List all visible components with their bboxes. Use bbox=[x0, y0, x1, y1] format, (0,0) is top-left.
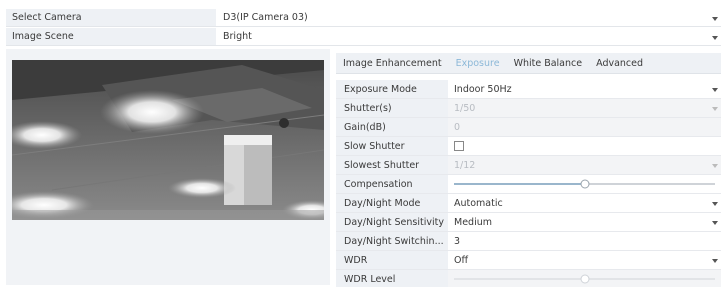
chevron-down-icon bbox=[712, 35, 718, 40]
day-night-sensitivity-value: Medium bbox=[454, 216, 492, 228]
image-scene-label: Image Scene bbox=[6, 28, 216, 46]
day-night-sensitivity-dropdown[interactable]: Medium bbox=[448, 213, 721, 231]
tab-white-balance[interactable]: White Balance bbox=[507, 53, 590, 73]
live-preview-image bbox=[12, 60, 324, 220]
day-night-sensitivity-row: Day/Night Sensitivity Medium bbox=[336, 213, 721, 232]
slider-track[interactable] bbox=[454, 179, 715, 189]
day-night-switching-value: 3 bbox=[454, 235, 461, 247]
slowest-shutter-value: 1/12 bbox=[454, 159, 476, 171]
settings-tabs: Image Enhancement Exposure White Balance… bbox=[336, 53, 721, 74]
exposure-mode-value: Indoor 50Hz bbox=[454, 83, 512, 95]
slowest-shutter-label: Slowest Shutter bbox=[336, 156, 448, 174]
slider-track bbox=[454, 274, 715, 284]
tab-exposure[interactable]: Exposure bbox=[449, 53, 507, 73]
shutter-dropdown: 1/50 bbox=[448, 99, 721, 117]
select-camera-value: D3(IP Camera 03) bbox=[223, 12, 308, 23]
shutter-value: 1/50 bbox=[454, 102, 476, 114]
slider-fill bbox=[454, 278, 585, 280]
select-camera-dropdown[interactable]: D3(IP Camera 03) bbox=[216, 9, 721, 27]
day-night-sensitivity-label: Day/Night Sensitivity bbox=[336, 213, 448, 231]
day-night-mode-dropdown[interactable]: Automatic bbox=[448, 194, 721, 212]
wdr-level-label: WDR Level bbox=[336, 270, 448, 287]
slow-shutter-label: Slow Shutter bbox=[336, 137, 448, 155]
wdr-level-row: WDR Level bbox=[336, 270, 721, 287]
tab-advanced[interactable]: Advanced bbox=[589, 53, 650, 73]
gain-field: 0 bbox=[448, 118, 721, 136]
day-night-mode-label: Day/Night Mode bbox=[336, 194, 448, 212]
compensation-slider[interactable] bbox=[448, 175, 721, 193]
day-night-mode-row: Day/Night Mode Automatic bbox=[336, 194, 721, 213]
select-camera-label: Select Camera bbox=[6, 9, 216, 27]
select-camera-row: Select Camera D3(IP Camera 03) bbox=[6, 9, 721, 27]
chevron-down-icon bbox=[712, 221, 718, 225]
day-night-switching-label: Day/Night Switchin... bbox=[336, 232, 448, 250]
wdr-dropdown[interactable]: Off bbox=[448, 251, 721, 269]
chevron-down-icon bbox=[712, 202, 718, 206]
shutter-row: Shutter(s) 1/50 bbox=[336, 99, 721, 118]
chevron-down-icon bbox=[712, 88, 718, 92]
exposure-mode-dropdown[interactable]: Indoor 50Hz bbox=[448, 80, 721, 98]
chevron-down-icon bbox=[712, 107, 718, 111]
exposure-mode-label: Exposure Mode bbox=[336, 80, 448, 98]
chevron-down-icon bbox=[712, 16, 718, 21]
compensation-label: Compensation bbox=[336, 175, 448, 193]
image-scene-row: Image Scene Bright bbox=[6, 28, 721, 46]
slider-thumb bbox=[580, 274, 589, 284]
preview-panel bbox=[6, 49, 330, 285]
day-night-mode-value: Automatic bbox=[454, 197, 503, 209]
wdr-level-slider bbox=[448, 270, 721, 287]
slowest-shutter-row: Slowest Shutter 1/12 bbox=[336, 156, 721, 175]
shutter-label: Shutter(s) bbox=[336, 99, 448, 117]
tab-image-enhancement[interactable]: Image Enhancement bbox=[336, 53, 449, 73]
wdr-label: WDR bbox=[336, 251, 448, 269]
gain-value: 0 bbox=[454, 121, 461, 133]
gain-row: Gain(dB) 0 bbox=[336, 118, 721, 137]
slow-shutter-cell bbox=[448, 137, 721, 155]
slider-thumb[interactable] bbox=[580, 179, 589, 189]
slider-fill bbox=[454, 183, 585, 185]
wdr-row: WDR Off bbox=[336, 251, 721, 270]
chevron-down-icon bbox=[712, 164, 718, 168]
day-night-switching-input[interactable]: 3 bbox=[448, 232, 721, 250]
day-night-switching-row: Day/Night Switchin... 3 bbox=[336, 232, 721, 251]
slow-shutter-checkbox[interactable] bbox=[454, 141, 464, 151]
slow-shutter-row: Slow Shutter bbox=[336, 137, 721, 156]
compensation-row: Compensation bbox=[336, 175, 721, 194]
wdr-value: Off bbox=[454, 254, 469, 266]
slowest-shutter-dropdown: 1/12 bbox=[448, 156, 721, 174]
exposure-mode-row: Exposure Mode Indoor 50Hz bbox=[336, 80, 721, 99]
gain-label: Gain(dB) bbox=[336, 118, 448, 136]
image-scene-dropdown[interactable]: Bright bbox=[216, 28, 721, 46]
chevron-down-icon bbox=[712, 259, 718, 263]
image-scene-value: Bright bbox=[223, 31, 252, 42]
